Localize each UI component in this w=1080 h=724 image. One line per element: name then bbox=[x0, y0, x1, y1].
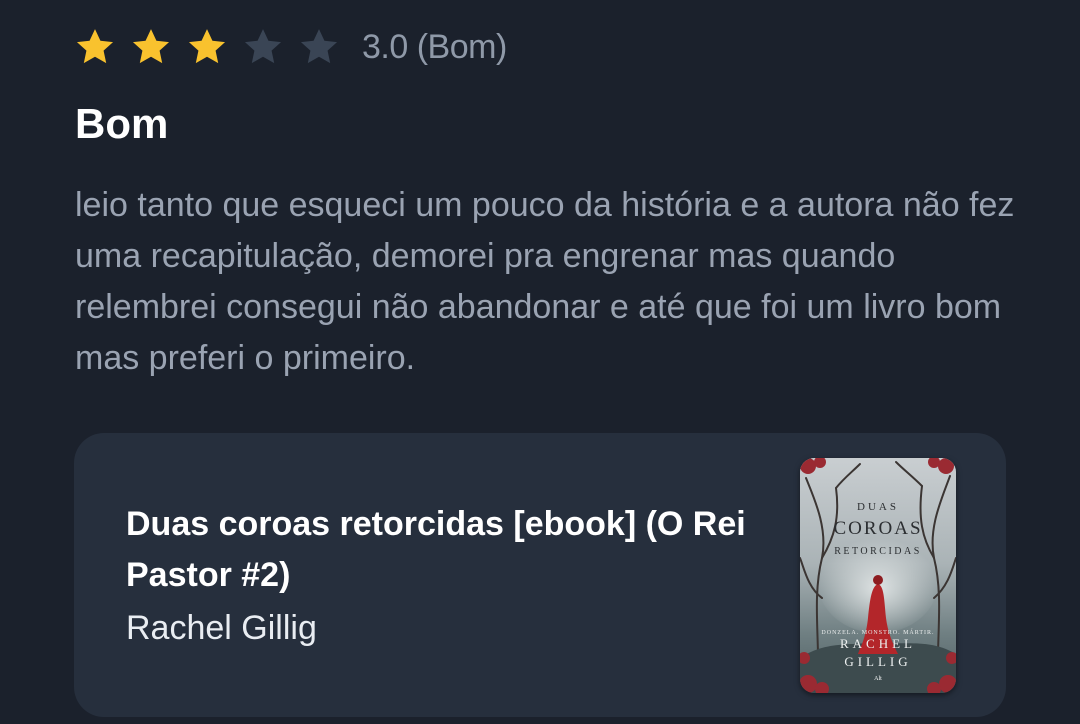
star-icon bbox=[186, 26, 228, 68]
book-card[interactable]: Duas coroas retorcidas [ebook] (O Rei Pa… bbox=[74, 433, 1006, 717]
book-author: Rachel Gillig bbox=[126, 609, 317, 647]
cover-line1: DUAS bbox=[857, 501, 899, 513]
star-icon bbox=[130, 26, 172, 68]
book-cover-image[interactable]: DUAS COROAS RETORCIDAS DONZELA. MONSTRO.… bbox=[800, 458, 956, 693]
review-title: Bom bbox=[75, 100, 169, 147]
cover-tagline: DONZELA. MONSTRO. MÁRTIR. bbox=[821, 628, 934, 636]
cover-line2: COROAS bbox=[833, 518, 922, 539]
star-rating bbox=[74, 26, 354, 68]
cover-line3: RETORCIDAS bbox=[834, 546, 922, 557]
cover-author-last: GILLIG bbox=[844, 654, 911, 669]
cover-publisher: Alt bbox=[874, 676, 882, 682]
cover-author-first: RACHEL bbox=[840, 636, 916, 651]
review-body: leio tanto que esqueci um pouco da histó… bbox=[75, 186, 1015, 377]
star-icon bbox=[74, 26, 116, 68]
star-icon bbox=[242, 26, 284, 68]
star-icon bbox=[298, 26, 340, 68]
rating-label: 3.0 (Bom) bbox=[362, 27, 507, 66]
book-title[interactable]: Duas coroas retorcidas [ebook] (O Rei Pa… bbox=[126, 499, 756, 601]
rating-row: 3.0 (Bom) bbox=[74, 24, 507, 70]
